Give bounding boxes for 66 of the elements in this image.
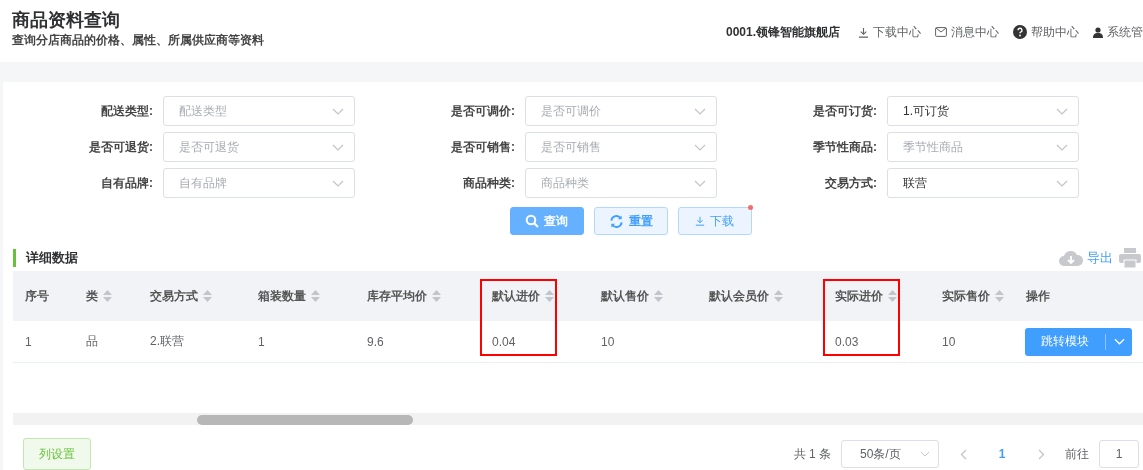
column-header[interactable]: 交易方式 (138, 271, 246, 321)
table-cell: 2.联营 (150, 333, 184, 350)
chevron-down-icon (694, 179, 706, 187)
column-header[interactable]: 默认会员价 (697, 271, 823, 321)
table-cell: 0.03 (835, 334, 859, 349)
page-input[interactable]: 1 (1099, 440, 1139, 468)
print-link[interactable] (1119, 248, 1141, 268)
store-name: 0001.领锋智能旗舰店 (725, 23, 840, 41)
chevron-down-icon (1113, 338, 1125, 345)
header-link[interactable]: 系统管 (1093, 23, 1143, 41)
table-cell: 9.6 (367, 334, 384, 349)
table-cell: 1 (258, 334, 265, 349)
cloud-download-icon (1058, 249, 1084, 267)
column-header: 操作 (1014, 271, 1143, 321)
column-header[interactable]: 实际售价 (930, 271, 1014, 321)
table-cell: 10 (942, 334, 956, 349)
page-size-select[interactable]: 50条/页 (841, 440, 939, 468)
column-header: 序号 (13, 271, 83, 321)
filter-label: 季节性商品: (812, 138, 878, 156)
column-header[interactable]: 实际进价 (823, 271, 930, 321)
chevron-down-icon (920, 451, 930, 457)
column-header[interactable]: 默认进价 (480, 271, 589, 321)
refresh-icon (608, 213, 624, 229)
goto-label: 前往 (1065, 445, 1089, 463)
help-icon (1013, 25, 1027, 39)
header-link[interactable]: 下载中心 (858, 23, 921, 41)
chevron-down-icon (1056, 143, 1068, 151)
filter-label: 是否可退货: (88, 138, 154, 156)
chevron-right-icon[interactable] (1037, 448, 1045, 460)
header-link[interactable]: 消息中心 (935, 23, 999, 41)
chevron-down-icon (694, 107, 706, 115)
column-header[interactable]: 库存平均价 (355, 271, 480, 321)
table-cell: 1 (25, 334, 32, 349)
table-cell: 10 (601, 334, 615, 349)
search-icon (525, 214, 539, 228)
header-link[interactable]: 帮助中心 (1013, 23, 1079, 41)
filter-label: 是否可订货: (812, 102, 878, 120)
chevron-down-icon (694, 143, 706, 151)
table-cell: 品 (86, 333, 98, 350)
filter-label: 配送类型: (100, 102, 154, 120)
download-icon (858, 26, 869, 38)
user-icon (1093, 26, 1103, 38)
table-cell: 0.04 (492, 334, 516, 349)
column-header[interactable]: 类 (83, 271, 138, 321)
total-count: 共 1 条 (793, 445, 831, 463)
column-header[interactable]: 默认售价 (589, 271, 697, 321)
filter-label: 交易方式: (824, 174, 878, 192)
chevron-down-icon (1056, 179, 1068, 187)
filter-label: 是否可销售: (450, 138, 516, 156)
chevron-down-icon (332, 179, 344, 187)
page-title: 商品资料查询 (12, 9, 121, 31)
filter-label: 自有品牌: (100, 174, 154, 192)
section-title: 详细数据 (13, 249, 78, 267)
page-subtitle: 查询分店商品的价格、属性、所属供应商等资料 (12, 32, 264, 49)
select-field[interactable]: 1.可订货 (887, 96, 1079, 126)
select-field[interactable]: 联营 (887, 168, 1079, 198)
chevron-down-icon (1056, 107, 1068, 115)
column-header[interactable]: 箱装数量 (246, 271, 355, 321)
mail-icon (935, 27, 947, 37)
chevron-left-icon[interactable] (959, 448, 967, 460)
download-icon (695, 216, 705, 226)
horizontal-scrollbar[interactable] (13, 413, 1143, 425)
filter-label: 商品种类: (462, 174, 516, 192)
filter-label: 是否可调价: (450, 102, 516, 120)
chevron-down-icon (332, 107, 344, 115)
chevron-down-icon (332, 143, 344, 151)
